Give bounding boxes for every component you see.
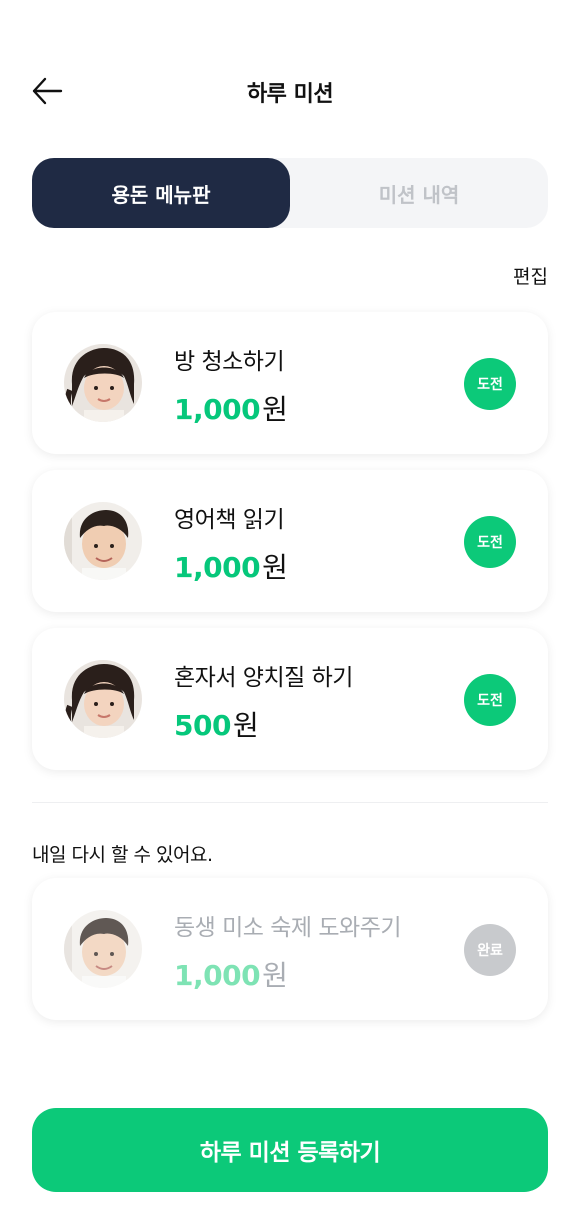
reward-amount: 500 — [174, 709, 231, 742]
mission-title: 동생 미소 숙제 도와주기 — [174, 915, 402, 941]
mission-reward: 500원 — [174, 704, 259, 744]
boy-avatar — [64, 910, 142, 988]
challenge-button[interactable]: 도전 — [464, 516, 516, 568]
reward-unit: 원 — [232, 709, 259, 742]
tab-allowance-menu[interactable]: 용돈 메뉴판 — [32, 158, 290, 228]
completed-badge: 완료 — [464, 924, 516, 976]
header: 하루 미션 — [0, 60, 580, 122]
mission-reward: 1,000원 — [174, 546, 288, 586]
challenge-button[interactable]: 도전 — [464, 674, 516, 726]
section-divider — [32, 802, 548, 803]
page-title: 하루 미션 — [246, 82, 334, 107]
girl-avatar — [64, 660, 142, 738]
girl-avatar — [64, 344, 142, 422]
reward-unit: 원 — [262, 551, 288, 584]
completed-mission-card: 동생 미소 숙제 도와주기 1,000원 완료 — [32, 878, 548, 1020]
boy-avatar — [64, 502, 142, 580]
reward-unit: 원 — [262, 393, 288, 426]
mission-card[interactable]: 영어책 읽기 1,000원 도전 — [32, 470, 548, 612]
segmented-tabs: 용돈 메뉴판 미션 내역 — [32, 158, 548, 228]
edit-button[interactable]: 편집 — [513, 262, 548, 289]
reward-amount: 1,000 — [174, 393, 261, 426]
mission-card[interactable]: 혼자서 양치질 하기 500원 도전 — [32, 628, 548, 770]
reward-unit: 원 — [262, 959, 288, 992]
register-mission-button[interactable]: 하루 미션 등록하기 — [32, 1108, 548, 1192]
mission-title: 영어책 읽기 — [174, 507, 285, 533]
mission-title: 혼자서 양치질 하기 — [174, 665, 353, 691]
reward-amount: 1,000 — [174, 551, 261, 584]
tab-mission-history[interactable]: 미션 내역 — [290, 158, 548, 228]
reward-amount: 1,000 — [174, 959, 261, 992]
mission-title: 방 청소하기 — [174, 349, 285, 375]
mission-card[interactable]: 방 청소하기 1,000원 도전 — [32, 312, 548, 454]
mission-reward: 1,000원 — [174, 388, 288, 428]
mission-reward: 1,000원 — [174, 954, 288, 994]
challenge-button[interactable]: 도전 — [464, 358, 516, 410]
completed-section-note: 내일 다시 할 수 있어요. — [32, 844, 213, 866]
